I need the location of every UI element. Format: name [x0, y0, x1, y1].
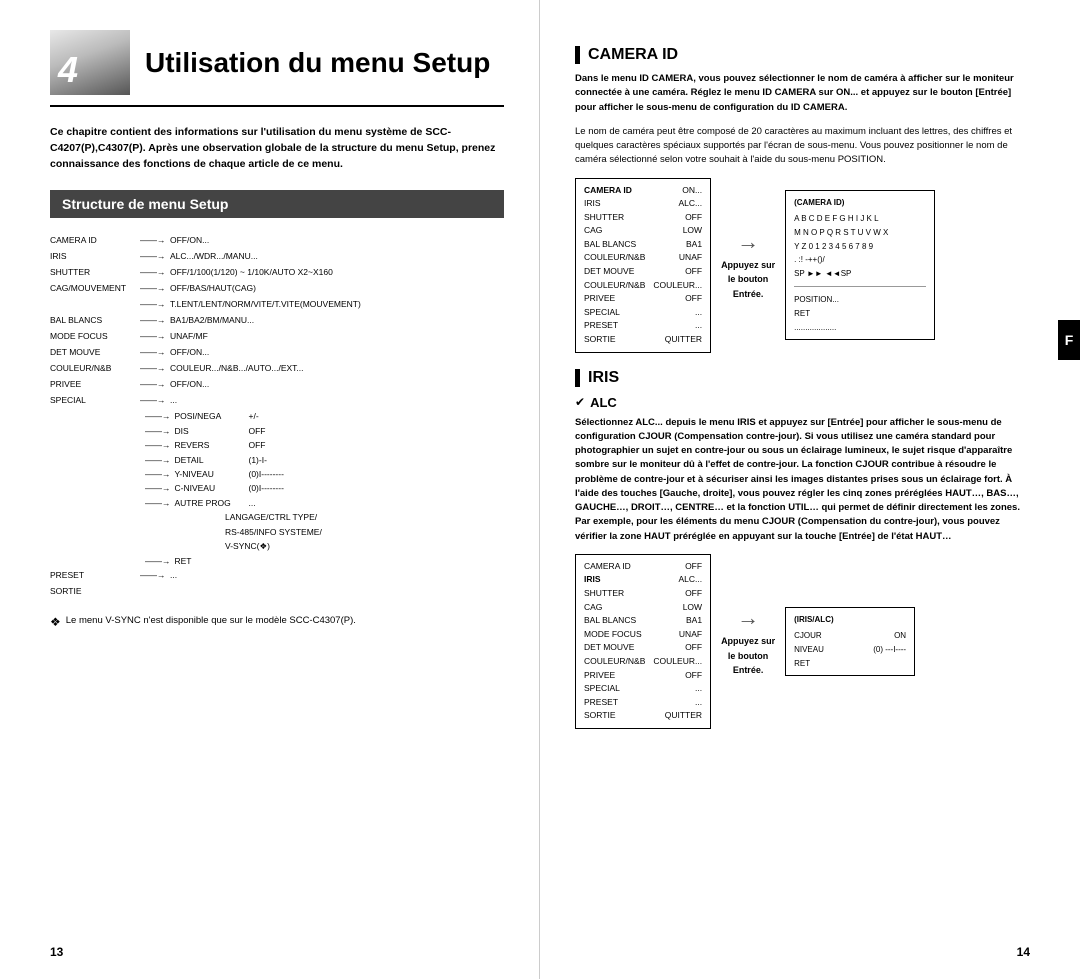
entree-iris: Entrée. [733, 665, 764, 675]
camera-id-text: Le nom de caméra peut être composé de 20… [575, 125, 1030, 168]
appuyez-sur: Appuyez sur [721, 260, 775, 270]
alc-subtitle: ALC [590, 395, 617, 410]
note-text: Le menu V-SYNC n'est disponible que sur … [66, 615, 356, 626]
special-sub-autre-values: LANGAGE/CTRL TYPE/RS-485/INFO SYSTEME/V-… [225, 510, 504, 553]
menu-row-couleur: COULEUR/N&B ——→ COULEUR.../N&B.../AUTO..… [50, 361, 504, 377]
chapter-title: Utilisation du menu Setup [145, 47, 490, 79]
iris-alc-panel: (IRIS/ALC) CJOURON NIVEAU(0) ---I---- RE… [785, 607, 915, 676]
le-bouton-iris: le bouton [728, 651, 769, 661]
page-left: 4 Utilisation du menu Setup Ce chapitre … [0, 0, 540, 979]
camera-id-section-title: CAMERA ID [575, 46, 1030, 64]
section-bar [575, 46, 580, 64]
camera-id-chars-panel: (CAMERA ID) A B C D E F G H I J K L M N … [785, 190, 935, 340]
arrow-section: → Appuyez sur le bouton Entrée. [721, 229, 775, 301]
camera-id-panels: CAMERA ID ON... IRISALC... SHUTTEROFF CA… [575, 178, 1030, 353]
chapter-image: 4 [50, 30, 130, 95]
camera-id-intro: Dans le menu ID CAMERA, vous pouvez séle… [575, 72, 1030, 115]
entree-label: Entrée. [733, 289, 764, 299]
camera-id-title: CAMERA ID [588, 46, 678, 64]
le-bouton: le bouton [728, 274, 769, 284]
arrow-icon: → [737, 229, 759, 255]
menu-row-iris: IRIS ——→ ALC.../WDR.../MANU... [50, 249, 504, 265]
special-sub-yniveau: ——→ Y-NIVEAU (0)I-------- [145, 467, 504, 481]
special-sub-items: ——→ POSI/NEGA +/- ——→ DIS OFF ——→ REVERS… [145, 409, 504, 568]
special-sub-revers: ——→ REVERS OFF [145, 438, 504, 452]
menu-row-camera-id: CAMERA ID ——→ OFF/ON... [50, 233, 504, 249]
chapter-header: 4 Utilisation du menu Setup [50, 30, 504, 107]
page-number-right: 14 [1017, 945, 1030, 959]
menu-row-mode-focus: MODE FOCUS ——→ UNAF/MF [50, 329, 504, 345]
intro-text: Ce chapitre contient des informations su… [50, 125, 504, 172]
menu-row-bal: BAL BLANCS ——→ BA1/BA2/BM/MANU... [50, 313, 504, 329]
iris-menu-panel: CAMERA IDOFF IRIS ALC... SHUTTEROFF CAGL… [575, 554, 711, 729]
special-sub-ret: ——→ RET [145, 554, 504, 568]
iris-section-bar [575, 369, 580, 387]
iris-title: IRIS [588, 369, 619, 387]
special-sub-detail: ——→ DETAIL (1)-I- [145, 453, 504, 467]
special-sub-posi: ——→ POSI/NEGA +/- [145, 409, 504, 423]
iris-arrow-icon: → [737, 605, 759, 631]
menu-row-sortie: SORTIE [50, 584, 504, 600]
iris-panels: CAMERA IDOFF IRIS ALC... SHUTTEROFF CAGL… [575, 554, 1030, 729]
camera-id-menu-panel: CAMERA ID ON... IRISALC... SHUTTEROFF CA… [575, 178, 711, 353]
page-right: F CAMERA ID Dans le menu ID CAMERA, vous… [540, 0, 1080, 979]
alc-subsection: ✔ ALC [575, 395, 1030, 410]
alc-bold-text: Sélectionnez ALC... depuis le menu IRIS … [575, 416, 1030, 544]
menu-row-cag: CAG/MOUVEMENT ——→ OFF/BAS/HAUT(CAG) [50, 281, 504, 297]
menu-row-privee: PRIVEE ——→ OFF/ON... [50, 377, 504, 393]
section-title-text: Structure de menu Setup [62, 196, 228, 212]
menu-row-shutter: SHUTTER ——→ OFF/1/100(1/120) ~ 1/10K/AUT… [50, 265, 504, 281]
iris-section-title: IRIS [575, 369, 1030, 387]
f-tab: F [1058, 320, 1080, 360]
special-sub-autre: ——→ AUTRE PROG ... [145, 496, 504, 510]
section-header: Structure de menu Setup [50, 190, 504, 218]
menu-row-special: SPECIAL ——→ ... [50, 393, 504, 409]
menu-row-cag2: ——→ T.LENT/LENT/NORM/VITE/T.VITE(MOUVEME… [50, 297, 504, 313]
appuyez-sur-iris: Appuyez sur [721, 636, 775, 646]
menu-row-det-mouve: DET MOUVE ——→ OFF/ON... [50, 345, 504, 361]
iris-arrow-section: → Appuyez sur le bouton Entrée. [721, 605, 775, 677]
page-number-left: 13 [50, 945, 63, 959]
menu-item-name: CAMERA ID [50, 233, 140, 248]
menu-structure: CAMERA ID ——→ OFF/ON... IRIS ——→ ALC.../… [50, 233, 504, 600]
special-sub-cniveau: ——→ C-NIVEAU (0)I-------- [145, 481, 504, 495]
note: ❖ Le menu V-SYNC n'est disponible que su… [50, 615, 504, 629]
menu-item-value: OFF/ON... [170, 233, 504, 248]
menu-row-preset: PRESET ——→ ... [50, 568, 504, 584]
special-sub-dis: ——→ DIS OFF [145, 424, 504, 438]
